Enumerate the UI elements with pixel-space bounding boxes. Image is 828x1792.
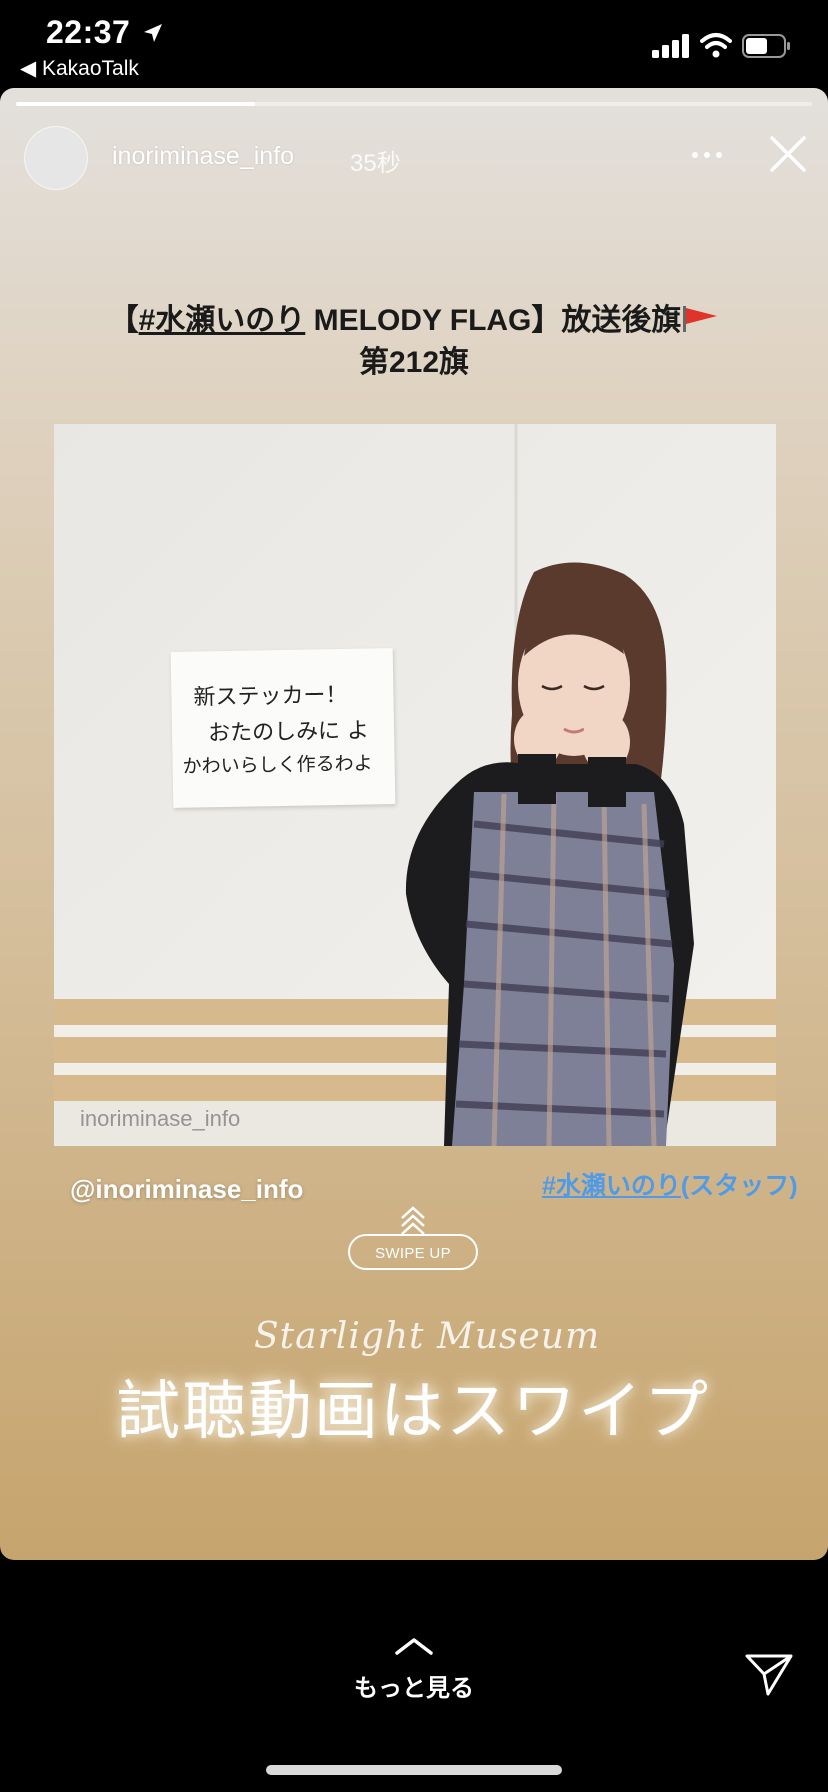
home-indicator[interactable] — [266, 1765, 562, 1775]
mention-sticker[interactable]: @inoriminase_info — [70, 1174, 303, 1205]
story-card[interactable]: inoriminase_info 35秒 【#水瀬いのり MELODY FLAG… — [0, 88, 828, 1560]
story-time-ago: 35秒 — [350, 150, 401, 177]
handwritten-note: 新ステッカー！ おたのしみに よ かわいらしく作るわよ — [170, 648, 396, 808]
battery-icon — [742, 34, 790, 58]
hashtag-sticker[interactable]: #水瀬いのり(スタッフ) — [542, 1166, 798, 1202]
swipe-up-button[interactable]: SWIPE UP — [348, 1234, 478, 1270]
post-photo: 新ステッカー！ おたのしみに よ かわいらしく作るわよ inoriminase_… — [54, 424, 776, 1146]
back-to-app-link[interactable]: ◀ KakaoTalk — [20, 56, 139, 81]
hashtag-suffix: (スタッフ) — [680, 1172, 798, 1200]
status-bar: 22:37 ◀ KakaoTalk — [0, 0, 828, 88]
location-arrow-icon — [144, 24, 162, 42]
chevron-up-icon[interactable] — [394, 1636, 434, 1656]
red-flag-icon — [683, 306, 718, 332]
see-more-button[interactable]: もっと見る — [0, 1668, 828, 1703]
post-title-line1: 【#水瀬いのり MELODY FLAG】放送後旗 — [54, 300, 774, 342]
signal-icon — [652, 34, 689, 58]
wifi-icon — [700, 33, 732, 58]
more-options-icon[interactable] — [684, 138, 730, 172]
story-progress-track — [16, 102, 812, 106]
avatar[interactable] — [24, 126, 88, 190]
post-title-hashtag[interactable]: #水瀬いのり — [139, 304, 306, 337]
photo-watermark: inoriminase_info — [80, 1106, 241, 1131]
send-icon[interactable] — [744, 1652, 794, 1698]
hashtag-text[interactable]: #水瀬いのり — [542, 1172, 681, 1200]
story-caption: 試聴動画はスワイプ — [116, 1375, 710, 1447]
story-username[interactable]: inoriminase_info — [112, 142, 294, 171]
photo-illustration — [54, 424, 776, 1146]
post-title-line2: 第212旗 — [358, 346, 470, 379]
story-progress-fill — [16, 102, 255, 106]
post-title: 【#水瀬いのり MELODY FLAG】放送後旗 第212旗 — [54, 300, 774, 384]
close-icon[interactable] — [766, 132, 810, 176]
status-time: 22:37 — [46, 14, 131, 50]
script-title: Starlight Museum — [254, 1316, 601, 1357]
